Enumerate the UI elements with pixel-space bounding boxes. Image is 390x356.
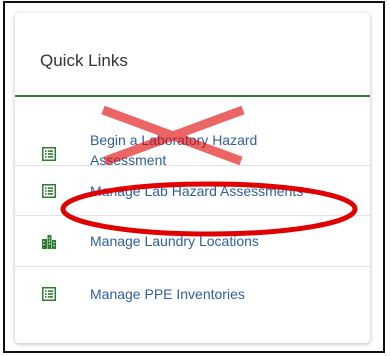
- link-label: Manage PPE Inventories: [90, 286, 245, 302]
- building-icon: [42, 235, 56, 249]
- list-form-icon: [42, 147, 56, 161]
- link-begin-lab-hazard-assessment[interactable]: Begin a Laboratory Hazard Assessment: [15, 97, 370, 168]
- link-label: Manage Laundry Locations: [90, 233, 259, 249]
- list-form-icon: [42, 287, 56, 301]
- card-title: Quick Links: [40, 51, 128, 70]
- link-label: Manage Lab Hazard Assessments: [90, 183, 304, 199]
- link-manage-laundry-locations[interactable]: Manage Laundry Locations: [15, 216, 370, 267]
- link-manage-ppe-inventories[interactable]: Manage PPE Inventories: [15, 267, 370, 343]
- link-manage-lab-hazard-assessments[interactable]: Manage Lab Hazard Assessments: [15, 166, 370, 216]
- screenshot-frame: Quick Links Begin a Laboratory Hazard As…: [3, 1, 385, 353]
- quick-links-card: Quick Links Begin a Laboratory Hazard As…: [15, 13, 370, 343]
- list-form-icon: [42, 184, 56, 198]
- link-label: Begin a Laboratory Hazard Assessment: [90, 132, 258, 168]
